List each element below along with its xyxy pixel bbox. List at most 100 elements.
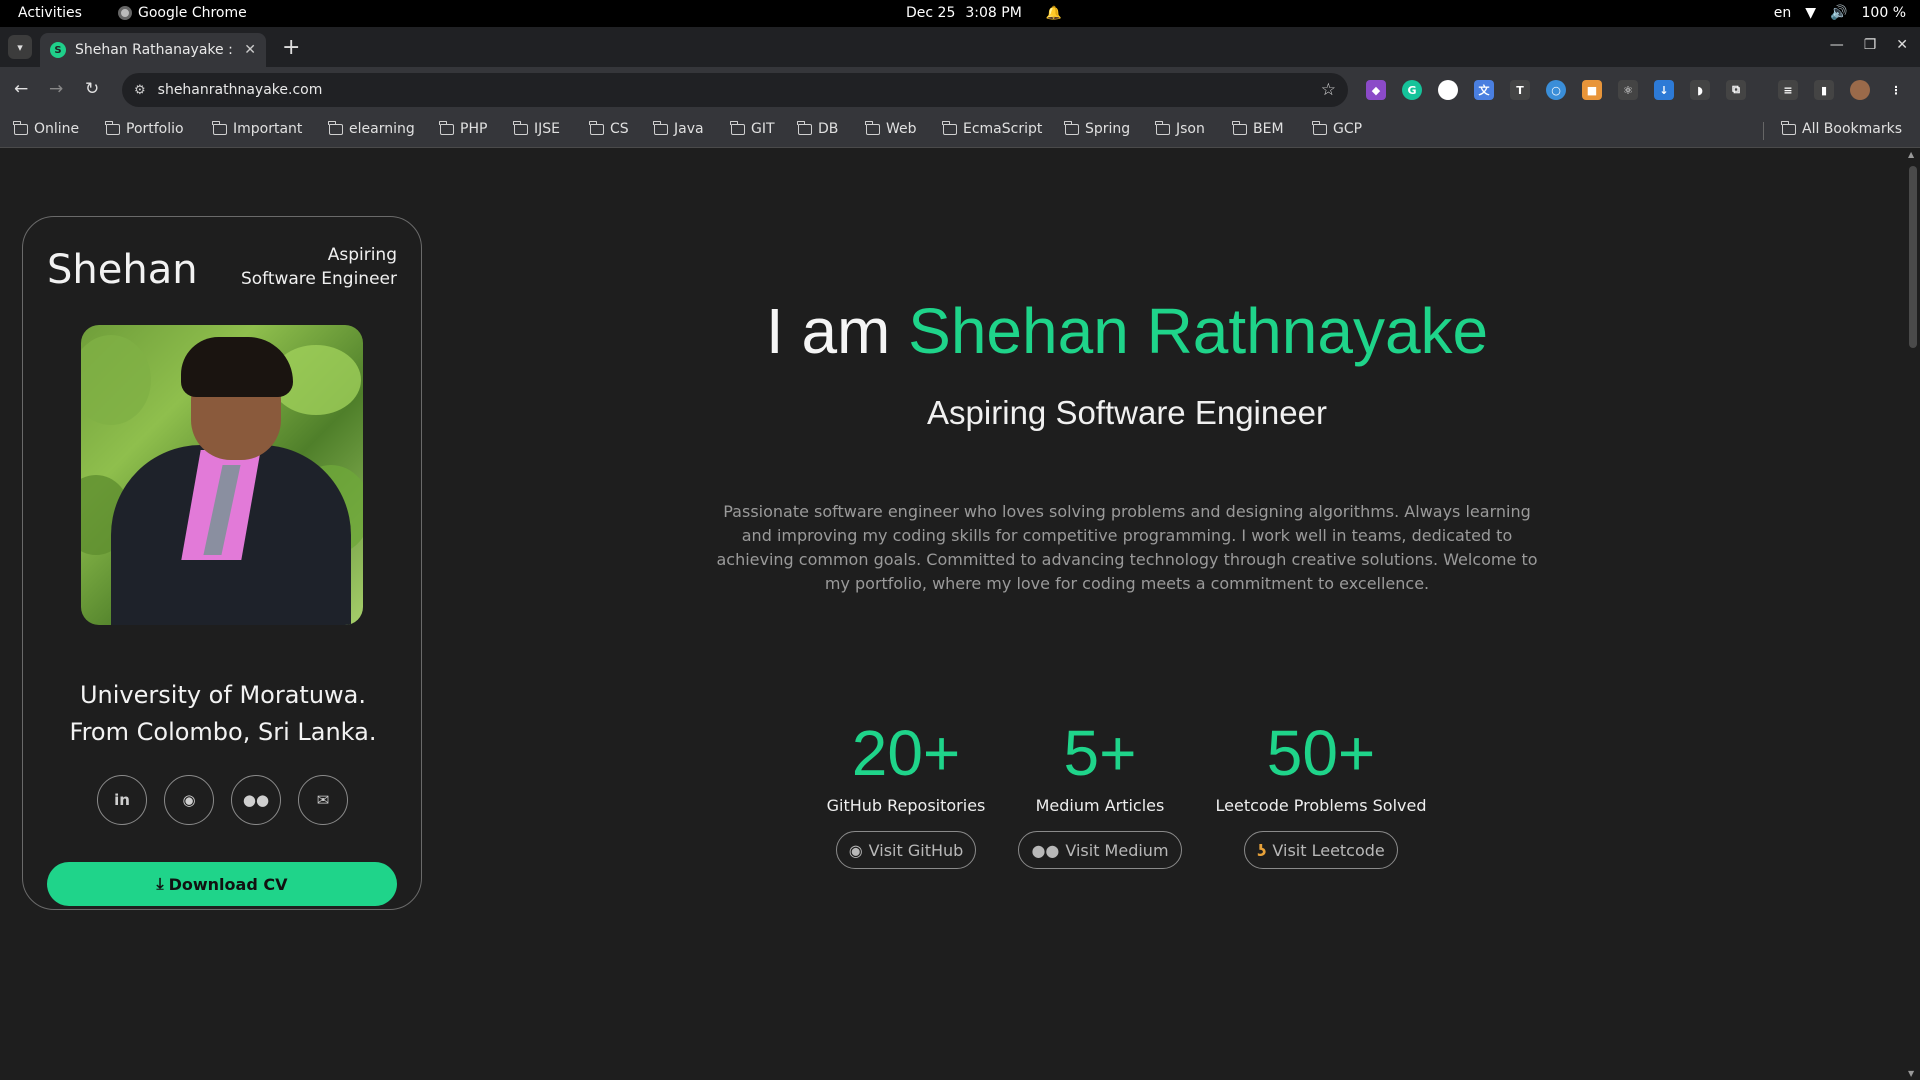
restore-icon[interactable]: ❐ — [1864, 37, 1877, 53]
chrome-menu-icon[interactable]: ⋮ — [1886, 80, 1906, 100]
visit-leetcode-label: Visit Leetcode — [1272, 840, 1385, 860]
bookmark-label: Web — [886, 121, 917, 137]
bookmark-folder[interactable]: GCP — [1312, 120, 1363, 137]
tab-search-button[interactable]: ▾ — [8, 35, 32, 59]
visit-medium-button[interactable]: ●● Visit Medium — [1018, 831, 1182, 869]
folder-icon — [1312, 120, 1327, 135]
folder-icon — [865, 120, 880, 135]
bookmark-folder[interactable]: Online — [13, 120, 79, 137]
reload-icon[interactable]: ↻ — [85, 79, 99, 99]
folder-icon — [513, 120, 528, 135]
bookmark-folder[interactable]: EcmaScript — [942, 120, 1042, 137]
all-bookmarks-button[interactable]: All Bookmarks — [1781, 120, 1903, 137]
social-links: in ◉ ●● ✉ — [97, 775, 348, 825]
minimize-icon[interactable]: — — [1830, 37, 1844, 53]
folder-icon — [1064, 120, 1079, 135]
extension-colorzilla-icon[interactable]: ◆ — [1366, 80, 1386, 100]
system-tray[interactable]: en ▼ 🔊 100 % — [1774, 5, 1906, 21]
bookmark-folder[interactable]: Web — [865, 120, 917, 137]
hero-prefix: I am — [765, 295, 909, 367]
folder-icon — [1781, 120, 1796, 135]
bookmark-folder[interactable]: DB — [797, 120, 838, 137]
hero-description: Passionate software engineer who loves s… — [716, 502, 1538, 593]
profile-photo — [81, 325, 363, 625]
extension-leetcode-icon[interactable]: ◗ — [1690, 80, 1710, 100]
side-panel-icon[interactable]: ▮ — [1814, 80, 1834, 100]
profile-avatar[interactable] — [1850, 80, 1870, 100]
bookmark-folder[interactable]: Spring — [1064, 120, 1130, 137]
browser-toolbar: ← → ↻ ⚙ shehanrathnayake.com ☆ ◆ G 文 T ○… — [0, 67, 1920, 113]
scroll-up-icon[interactable]: ▲ — [1908, 150, 1914, 159]
bookmark-folder[interactable]: IJSE — [513, 120, 560, 137]
clock-time: 3:08 PM — [965, 5, 1022, 21]
visit-github-button[interactable]: ◉ Visit GitHub — [835, 831, 977, 869]
medium-icon[interactable]: ●● — [231, 775, 281, 825]
scroll-down-icon[interactable]: ▼ — [1908, 1069, 1914, 1078]
bookmark-folder[interactable]: Important — [212, 120, 302, 137]
bookmark-star-icon[interactable]: ☆ — [1321, 80, 1336, 100]
bookmark-label: GCP — [1333, 121, 1363, 137]
bookmark-folder[interactable]: Java — [653, 120, 704, 137]
active-tab[interactable]: S Shehan Rathanayake : H ✕ — [40, 33, 266, 67]
folder-icon — [13, 120, 28, 135]
github-icon[interactable]: ◉ — [164, 775, 214, 825]
bookmarks-separator — [1763, 122, 1764, 140]
bookmark-folder[interactable]: PHP — [439, 120, 487, 137]
battery-indicator: 100 % — [1861, 5, 1906, 21]
folder-icon — [439, 120, 454, 135]
bookmark-folder[interactable]: Json — [1155, 120, 1205, 137]
clock[interactable]: Dec 25 3:08 PM 🔔 — [906, 5, 1062, 21]
activities-button[interactable]: Activities — [18, 5, 82, 21]
back-icon[interactable]: ← — [14, 79, 28, 99]
extension-download-icon[interactable]: ↓ — [1654, 80, 1674, 100]
volume-icon: 🔊 — [1830, 5, 1848, 21]
bookmark-folder[interactable]: CS — [589, 120, 629, 137]
site-info-icon[interactable]: ⚙ — [134, 83, 146, 98]
extension-react-icon[interactable]: ⚛ — [1618, 80, 1638, 100]
language-indicator[interactable]: en — [1774, 5, 1792, 21]
close-window-icon[interactable]: ✕ — [1896, 37, 1908, 53]
folder-icon — [589, 120, 604, 135]
stat-value: 50+ — [1266, 717, 1376, 789]
github-icon: ◉ — [848, 840, 863, 860]
stat-medium: 5+ Medium Articles ●● Visit Medium — [980, 716, 1220, 869]
extension-translate-icon[interactable]: 文 — [1474, 80, 1494, 100]
tab-strip: ▾ S Shehan Rathanayake : H ✕ + — ❐ ✕ — [0, 27, 1920, 67]
extension-notes-icon[interactable]: T — [1510, 80, 1530, 100]
profile-role: Aspiring Software Engineer — [241, 243, 397, 291]
folder-icon — [942, 120, 957, 135]
bookmark-folder[interactable]: elearning — [328, 120, 415, 137]
page-content: Shehan Aspiring Software Engineer Univer… — [0, 148, 1905, 1080]
hero-name: Shehan Rathnayake — [908, 295, 1489, 367]
folder-icon — [328, 120, 343, 135]
extension-orange-icon[interactable]: ■ — [1582, 80, 1602, 100]
bookmark-label: elearning — [349, 121, 415, 137]
bookmark-folder[interactable]: Portfolio — [105, 120, 184, 137]
app-menu[interactable]: Google Chrome — [118, 5, 247, 21]
tab-title: Shehan Rathanayake : H — [75, 42, 239, 58]
linkedin-icon[interactable]: in — [97, 775, 147, 825]
media-control-icon[interactable]: ≡ — [1778, 80, 1798, 100]
forward-icon[interactable]: → — [49, 79, 63, 99]
extension-grammarly-icon[interactable]: G — [1402, 80, 1422, 100]
scrollbar-thumb[interactable] — [1909, 166, 1917, 348]
bookmark-label: IJSE — [534, 121, 560, 137]
bookmark-folder[interactable]: GIT — [730, 120, 775, 137]
visit-leetcode-button[interactable]: ʖ Visit Leetcode — [1244, 831, 1398, 869]
bookmark-folder[interactable]: BEM — [1232, 120, 1284, 137]
folder-icon — [105, 120, 120, 135]
folder-icon — [1232, 120, 1247, 135]
location-text: From Colombo, Sri Lanka. — [69, 718, 377, 746]
extensions-puzzle-icon[interactable]: ⧉ — [1726, 80, 1746, 100]
address-bar[interactable]: ⚙ shehanrathnayake.com ☆ — [122, 73, 1348, 107]
extension-ring-icon[interactable]: ○ — [1546, 80, 1566, 100]
download-cv-button[interactable]: ⤓ Download CV — [47, 862, 397, 906]
folder-icon — [653, 120, 668, 135]
mail-icon[interactable]: ✉ — [298, 775, 348, 825]
all-bookmarks-label: All Bookmarks — [1802, 121, 1903, 137]
extension-circle-icon[interactable] — [1438, 80, 1458, 100]
new-tab-button[interactable]: + — [282, 35, 300, 60]
page-scrollbar[interactable]: ▲ ▼ — [1905, 148, 1920, 1080]
stat-value: 5+ — [1063, 717, 1137, 789]
tab-close-icon[interactable]: ✕ — [244, 42, 256, 58]
